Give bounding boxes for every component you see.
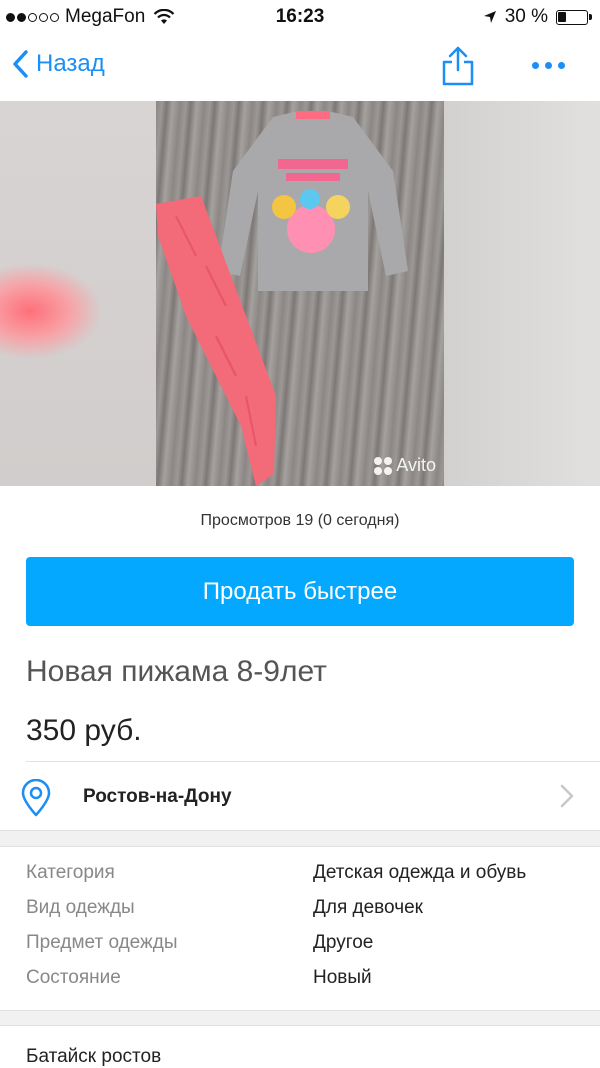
param-value: Для девочек — [313, 897, 423, 918]
divider — [0, 1025, 600, 1026]
status-bar: MegaFon 16:23 30 % — [0, 0, 600, 36]
avito-logo-icon — [374, 456, 393, 475]
status-right: 30 % — [483, 6, 592, 28]
chevron-left-icon — [13, 50, 28, 78]
param-row: Категория Детская одежда и обувь — [0, 862, 600, 892]
listing-photo[interactable]: Avito — [156, 101, 444, 486]
more-dot-icon — [545, 62, 552, 69]
param-value: Другое — [313, 932, 374, 953]
more-options-button[interactable] — [532, 62, 565, 69]
address-text: Батайск ростов — [26, 1046, 162, 1067]
param-value: Новый — [313, 967, 372, 988]
param-row: Вид одежды Для девочек — [0, 897, 600, 927]
map-pin-icon — [21, 779, 51, 817]
share-button[interactable] — [440, 44, 476, 91]
listing-price: 350 руб. — [26, 714, 142, 747]
sell-faster-button[interactable]: Продать быстрее — [26, 557, 574, 626]
previous-photo-preview[interactable] — [0, 101, 156, 486]
listing-title: Новая пижама 8-9лет — [26, 655, 327, 688]
param-name: Предмет одежды — [26, 932, 178, 953]
back-button[interactable]: Назад — [12, 50, 105, 78]
location-city: Ростов-на-Дону — [83, 786, 232, 807]
battery-icon — [556, 9, 592, 25]
param-name: Категория — [26, 862, 115, 883]
more-dot-icon — [532, 62, 539, 69]
param-row: Предмет одежды Другое — [0, 932, 600, 962]
location-arrow-icon — [483, 11, 496, 23]
location-row[interactable]: Ростов-на-Дону — [0, 762, 600, 830]
section-separator — [0, 831, 600, 846]
back-label: Назад — [36, 50, 105, 77]
photo-gallery[interactable]: Avito — [0, 101, 600, 486]
param-row: Состояние Новый — [0, 967, 600, 997]
navigation-bar: Назад — [0, 36, 600, 100]
param-name: Вид одежды — [26, 897, 135, 918]
share-icon — [442, 46, 474, 86]
param-value: Детская одежда и обувь — [313, 862, 527, 883]
next-photo-preview[interactable] — [444, 101, 600, 486]
more-dot-icon — [558, 62, 565, 69]
param-name: Состояние — [26, 967, 121, 988]
chevron-right-icon — [560, 784, 574, 808]
avito-watermark: Avito — [374, 455, 436, 476]
section-separator — [0, 1011, 600, 1025]
views-counter: Просмотров 19 (0 сегодня) — [200, 512, 400, 529]
pajama-pants-image — [156, 196, 276, 486]
battery-percent: 30 % — [504, 6, 548, 27]
divider — [0, 846, 600, 847]
